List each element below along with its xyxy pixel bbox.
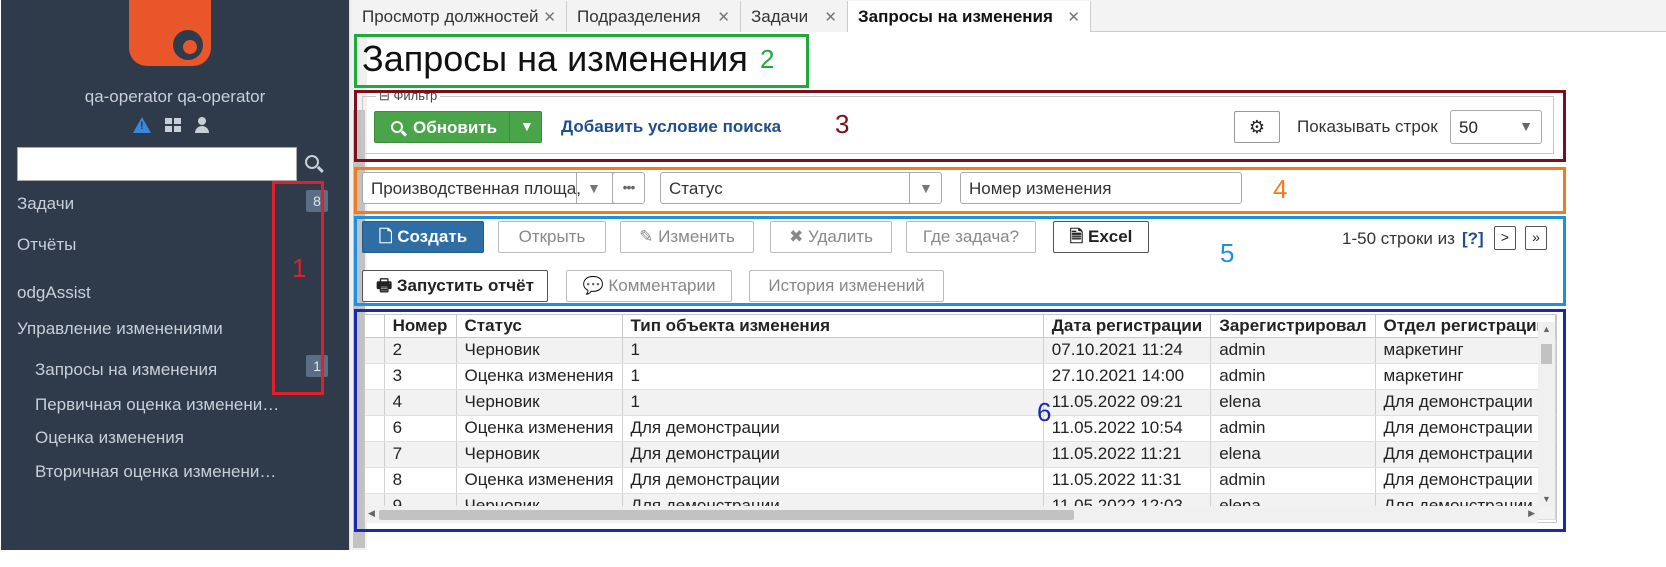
- user-icons: !: [133, 117, 209, 133]
- annotation-box-6: [354, 309, 1566, 532]
- sidebar-search-input[interactable]: [17, 147, 297, 181]
- annotation-number-5: 5: [1220, 238, 1235, 268]
- tab-bar: Просмотр должностей ✕ Подразделения ✕ Зада…: [352, 0, 1666, 32]
- annotation-box-2: [354, 34, 809, 88]
- close-icon[interactable]: ✕: [824, 8, 837, 26]
- sidebar-item-change-assessment[interactable]: Оценка изменения: [35, 428, 184, 448]
- annotation-number-3: 3: [835, 109, 850, 139]
- grid-icon[interactable]: [165, 118, 181, 132]
- warning-icon[interactable]: !: [133, 117, 151, 133]
- app-logo: [129, 0, 211, 66]
- annotation-box-4: [354, 167, 1566, 214]
- sidebar-item-odgassist[interactable]: odgAssist: [17, 283, 91, 303]
- user-icon[interactable]: [195, 117, 209, 133]
- sidebar-item-change-management[interactable]: Управление изменениями: [17, 319, 223, 339]
- close-icon[interactable]: ✕: [1067, 8, 1080, 26]
- annotation-box-5: [354, 216, 1566, 306]
- tab-label: Запросы на изменения: [858, 7, 1053, 26]
- tab-departments[interactable]: Подразделения ✕: [567, 1, 741, 32]
- tab-positions[interactable]: Просмотр должностей ✕: [352, 1, 567, 32]
- sidebar-item-reports[interactable]: Отчёты: [17, 235, 76, 255]
- annotation-number-6: 6: [1037, 397, 1052, 427]
- tab-change-requests[interactable]: Запросы на изменения ✕: [848, 1, 1091, 32]
- tab-label: Задачи: [751, 7, 809, 26]
- user-name: qa-operator qa-operator: [84, 87, 266, 106]
- sidebar-item-tasks[interactable]: Задачи: [17, 194, 74, 214]
- annotation-box-1: [272, 181, 324, 395]
- sidebar-item-primary-assessment[interactable]: Первичная оценка изменени…: [35, 395, 279, 415]
- annotation-number-4: 4: [1273, 174, 1288, 204]
- tab-label: Просмотр должностей: [362, 7, 539, 26]
- close-icon[interactable]: ✕: [717, 8, 730, 26]
- sidebar-item-secondary-assessment[interactable]: Вторичная оценка изменени…: [35, 462, 276, 482]
- tab-tasks[interactable]: Задачи ✕: [741, 1, 848, 32]
- annotation-number-1: 1: [292, 253, 307, 283]
- close-icon[interactable]: ✕: [543, 8, 556, 26]
- search-icon[interactable]: [305, 155, 319, 169]
- annotation-box-3: [354, 90, 1566, 162]
- sidebar-item-change-requests[interactable]: Запросы на изменения: [35, 360, 217, 380]
- annotation-number-2: 2: [760, 44, 775, 74]
- tab-label: Подразделения: [577, 7, 701, 26]
